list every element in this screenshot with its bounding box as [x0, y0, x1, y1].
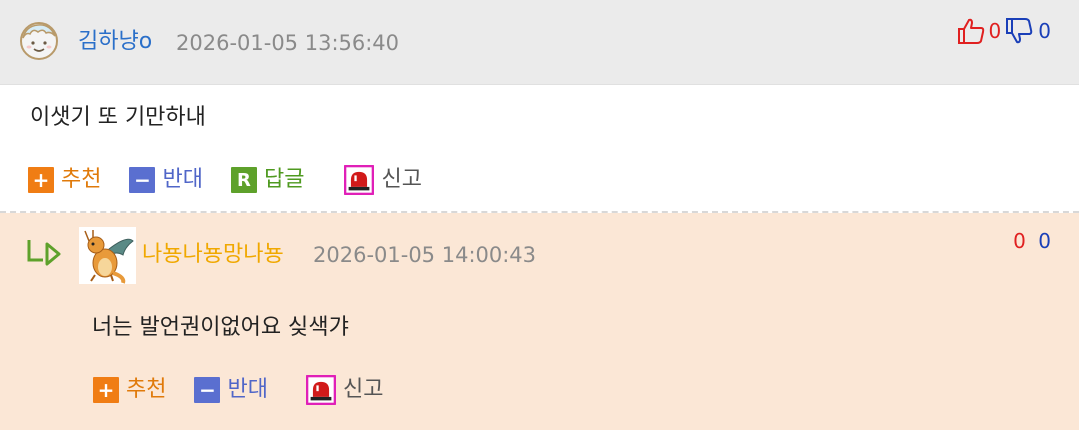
- oppose-button[interactable]: − 반대: [129, 166, 203, 194]
- reply-upvote-count[interactable]: 0: [1013, 229, 1026, 253]
- plus-icon: +: [28, 167, 54, 193]
- comment-vote-counts: 0 0: [956, 16, 1051, 46]
- thumbs-up-icon[interactable]: [956, 16, 986, 46]
- siren-icon: [344, 165, 375, 195]
- comment-header: 김하냥o 2026-01-05 13:56:40 0 0: [0, 0, 1079, 85]
- reply-timestamp: 2026-01-05 14:00:43: [313, 243, 537, 267]
- report-label: 신고: [342, 377, 384, 402]
- comment-username[interactable]: 김하냥o: [78, 28, 152, 56]
- plus-icon: +: [93, 377, 119, 403]
- reply-arrow-icon: [27, 240, 61, 266]
- reply-text: 너는 발언권이없어요 싲색갸: [92, 315, 349, 340]
- recommend-button[interactable]: + 추천: [28, 166, 101, 194]
- dragon-avatar-icon[interactable]: [79, 227, 136, 284]
- reply-r-icon: R: [230, 167, 257, 193]
- comment-downvote-count: 0: [1038, 19, 1051, 43]
- reply-report-button[interactable]: 신고: [305, 375, 384, 405]
- reply-comment: 나뇽나뇽망나뇽 2026-01-05 14:00:43 0 0 너는 발언권이없…: [0, 213, 1079, 430]
- report-button[interactable]: 신고: [344, 165, 422, 195]
- reply-vote-counts: 0 0: [1013, 229, 1051, 253]
- reply-button[interactable]: R 답글: [230, 166, 305, 194]
- reply-username[interactable]: 나뇽나뇽망나뇽: [142, 241, 284, 269]
- oppose-label: 반대: [162, 167, 203, 192]
- comment-upvote-count: 0: [988, 19, 1002, 43]
- siren-icon: [305, 375, 336, 405]
- recommend-label: 추천: [61, 167, 102, 192]
- reply-downvote-count[interactable]: 0: [1038, 229, 1051, 253]
- comment-text: 이샛기 또 기만하내: [30, 105, 206, 130]
- minus-icon: −: [129, 167, 156, 193]
- smiley-face-icon[interactable]: [18, 20, 60, 62]
- reply-oppose-button[interactable]: − 반대: [194, 376, 268, 404]
- comment-timestamp: 2026-01-05 13:56:40: [176, 31, 400, 55]
- comment-actions: + 추천 − 반대 R 답글 신고: [28, 165, 450, 195]
- thumbs-down-icon[interactable]: [1004, 16, 1034, 46]
- recommend-label: 추천: [126, 377, 167, 402]
- reply-label: 답글: [263, 167, 305, 192]
- oppose-label: 반대: [227, 377, 268, 402]
- minus-icon: −: [194, 377, 221, 403]
- reply-actions: + 추천 − 반대 신고: [93, 375, 411, 405]
- report-label: 신고: [381, 167, 422, 192]
- reply-recommend-button[interactable]: + 추천: [93, 376, 166, 404]
